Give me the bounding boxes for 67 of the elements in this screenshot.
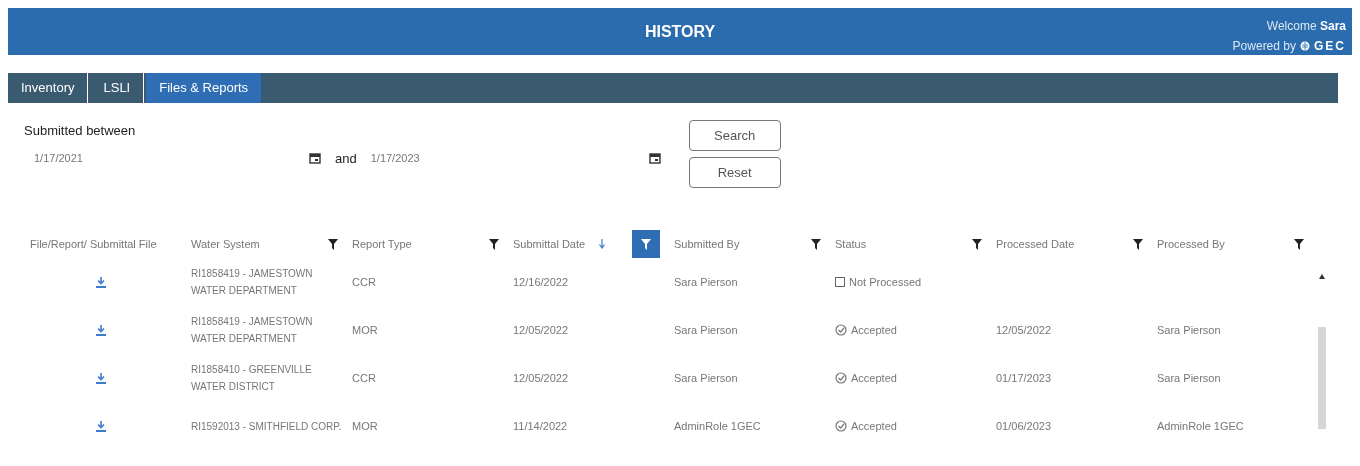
water-system-cell-text: RI1858419 - JAMESTOWN WATER DEPARTMENT [191,267,314,298]
submitted-by-cell: Sara Pierson [674,275,738,288]
sort-arrow-icon[interactable] [599,239,606,249]
scrollbar-thumb[interactable] [1318,327,1326,429]
processed-by-cell: Sara Pierson [1157,371,1221,384]
column-header[interactable]: Processed Date [996,235,1075,253]
and-label: and [335,149,357,168]
download-icon[interactable] [95,276,106,288]
check-circle-icon [835,372,847,384]
report-type-cell: MOR [352,323,378,336]
report-type-cell: MOR [352,419,378,432]
download-icon[interactable] [95,372,106,384]
submittal-date-cell: 12/05/2022 [513,323,569,336]
scroll-up-icon[interactable] [1319,274,1325,279]
calendar-icon[interactable] [309,152,321,165]
page-title: HISTORY [644,21,716,42]
to-date-field[interactable]: 1/17/2023 [370,150,649,167]
globe-icon [1300,41,1310,51]
status-cell-text: Accepted [851,370,897,386]
submittal-date-cell: 11/14/2022 [513,419,568,432]
water-system-cell-text: RI1858419 - JAMESTOWN WATER DEPARTMENT [191,315,314,346]
filter-icon [641,238,651,250]
filter-icon[interactable] [489,238,499,250]
filter-icon[interactable] [1133,238,1143,250]
search-button[interactable]: Search [688,120,781,151]
download-icon[interactable] [95,420,106,432]
column-header[interactable]: Status [835,235,867,253]
column-header[interactable]: Water System [191,235,260,253]
welcome-text: Welcome Sara [1266,18,1346,35]
processed-date-cell: 01/17/2023 [996,371,1052,384]
calendar-icon[interactable] [648,152,661,165]
submittal-date-cell: 12/16/2022 [513,275,569,288]
download-icon[interactable] [95,324,106,336]
filter-icon[interactable] [1294,238,1304,250]
report-type-cell: CCR [352,275,376,288]
processed-date-cell: 01/06/2023 [996,419,1052,432]
check-circle-icon [835,324,847,336]
column-header[interactable]: Submittal Date [513,235,586,253]
tab[interactable]: Files & Reports [146,73,262,103]
powered-by-text: Powered by [1232,38,1296,55]
processed-by-cell: AdminRole 1GEC [1157,419,1244,432]
column-header[interactable]: Processed By [1157,235,1225,253]
check-circle-icon [835,420,847,432]
filter-icon[interactable] [972,238,982,250]
status-cell-text: Not Processed [849,274,922,290]
column-header[interactable]: File/Report/ Submittal File [30,235,157,253]
water-system-cell-text: RI1592013 - SMITHFIELD CORP. [191,419,343,434]
submitted-by-cell: Sara Pierson [674,371,738,384]
submitted-by-cell: AdminRole 1GEC [674,419,761,432]
date-range-label: Submitted between [24,122,137,140]
processed-date-cell: 12/05/2022 [996,323,1052,336]
processed-by-cell: Sara Pierson [1157,323,1221,336]
checkbox-icon [835,277,845,287]
filter-icon[interactable] [328,238,338,250]
reset-button[interactable]: Reset [688,157,781,188]
from-date-field[interactable]: 1/17/2021 [24,150,309,167]
water-system-cell-text: RI1858410 - GREENVILLE WATER DISTRICT [191,363,313,394]
brand-logo: GEC [1314,38,1346,55]
submittal-date-cell: 12/05/2022 [513,371,569,384]
status-cell-text: Accepted [851,322,897,338]
column-header[interactable]: Submitted By [674,235,740,253]
filter-button[interactable] [632,230,660,258]
column-header[interactable]: Report Type [352,235,412,253]
submitted-by-cell: Sara Pierson [674,323,738,336]
report-type-cell: CCR [352,371,376,384]
status-cell-text: Accepted [851,418,897,434]
filter-icon[interactable] [811,238,821,250]
